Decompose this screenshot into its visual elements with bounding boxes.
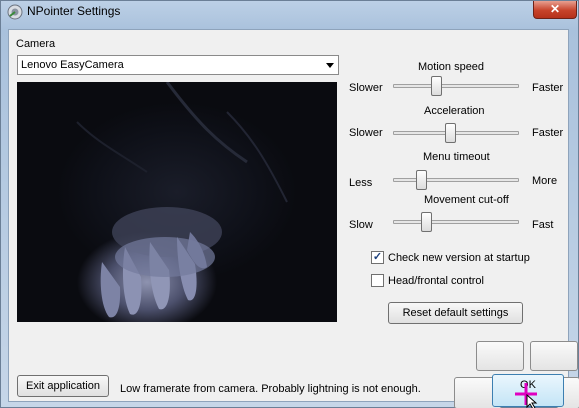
npointer-icon — [7, 4, 23, 20]
motion-speed-slider[interactable] — [393, 76, 519, 96]
checkbox-box[interactable] — [371, 274, 384, 287]
camera-preview-image — [76, 82, 288, 318]
slider-track — [393, 178, 519, 182]
movement-cutoff-min-label: Slow — [349, 219, 373, 231]
acceleration-min-label: Slower — [349, 127, 383, 139]
camera-preview — [17, 82, 337, 322]
exit-application-button[interactable]: Exit application — [17, 375, 109, 397]
acceleration-max-label: Faster — [532, 127, 564, 139]
window-title: NPointer Settings — [27, 4, 121, 18]
checkbox-label: Head/frontal control — [388, 274, 484, 287]
camera-label: Camera — [16, 38, 56, 50]
close-button[interactable]: ✕ — [533, 1, 577, 19]
acceleration-title: Acceleration — [424, 105, 485, 117]
menu-timeout-max-label: More — [532, 175, 558, 187]
checkbox-label: Check new version at startup — [388, 251, 530, 264]
movement-cutoff-max-label: Fast — [532, 219, 554, 231]
background-button[interactable] — [530, 341, 578, 371]
motion-speed-title: Motion speed — [418, 61, 485, 73]
camera-select-value: Lenovo EasyCamera — [21, 59, 124, 71]
menu-timeout-min-label: Less — [349, 177, 373, 189]
background-button[interactable] — [476, 341, 524, 371]
slider-track — [393, 131, 519, 135]
slider-track — [393, 84, 519, 88]
chevron-down-icon — [326, 63, 334, 68]
slider-track — [393, 220, 519, 224]
menu-timeout-title: Menu timeout — [423, 151, 490, 163]
slider-thumb[interactable] — [416, 170, 427, 190]
acceleration-slider[interactable] — [393, 123, 519, 143]
slider-thumb[interactable] — [445, 123, 456, 143]
motion-speed-max-label: Faster — [532, 82, 564, 94]
status-message: Low framerate from camera. Probably ligh… — [120, 383, 421, 395]
motion-speed-min-label: Slower — [349, 82, 383, 94]
camera-select[interactable]: Lenovo EasyCamera — [17, 55, 339, 75]
checkbox-box[interactable]: ✓ — [371, 251, 384, 264]
reset-defaults-button[interactable]: Reset default settings — [388, 302, 523, 324]
check-new-version-checkbox[interactable]: ✓ Check new version at startup — [371, 251, 530, 264]
menu-timeout-slider[interactable] — [393, 170, 519, 190]
slider-thumb[interactable] — [421, 212, 432, 232]
title-bar[interactable]: NPointer Settings ✕ — [1, 1, 579, 23]
settings-window: NPointer Settings ✕ Camera Lenovo EasyCa… — [0, 0, 579, 408]
head-frontal-control-checkbox[interactable]: Head/frontal control — [371, 274, 484, 287]
movement-cutoff-slider[interactable] — [393, 212, 519, 232]
movement-cutoff-title: Movement cut-off — [424, 194, 509, 206]
pointer-cursor-icon — [515, 383, 538, 408]
slider-thumb[interactable] — [431, 76, 442, 96]
